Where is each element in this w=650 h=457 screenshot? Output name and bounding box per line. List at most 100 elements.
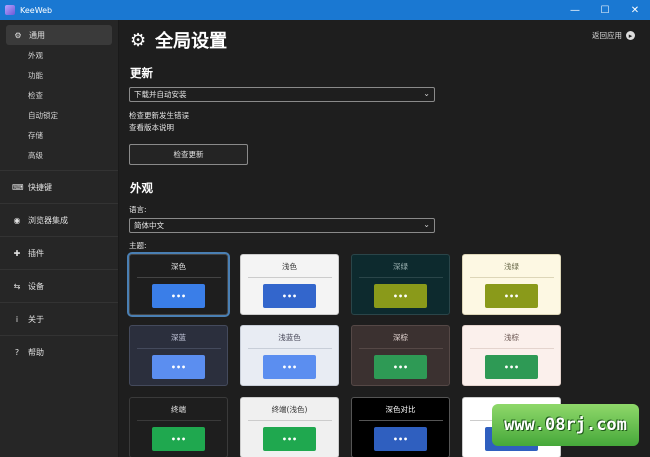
theme-card[interactable]: 深绿 ••• — [351, 254, 450, 315]
theme-name: 深绿 — [393, 262, 408, 271]
theme-divider — [136, 277, 221, 278]
info-icon: i — [15, 314, 19, 324]
sidebar-item-label: 浏览器集成 — [28, 215, 68, 225]
theme-preview-button: ••• — [374, 427, 427, 451]
sidebar-item-shortcuts[interactable]: ⌨ 快捷键 — [0, 171, 118, 204]
theme-divider — [358, 420, 443, 421]
maximize-button[interactable]: ☐ — [590, 0, 620, 20]
theme-card[interactable]: 深色 ••• — [127, 252, 230, 317]
sidebar-item-browser[interactable]: ◉ 浏览器集成 — [0, 204, 118, 237]
update-mode-select[interactable]: 下载并自动安装 ⌄ — [129, 87, 435, 102]
back-link-label: 返回应用 — [592, 31, 622, 40]
back-to-app-link[interactable]: 返回应用 ▸ — [592, 30, 635, 41]
sidebar-item-devices[interactable]: ⇆ 设备 — [0, 270, 118, 303]
sidebar-item-about[interactable]: i 关于 — [0, 303, 118, 336]
theme-divider — [247, 348, 332, 349]
theme-preview-button: ••• — [152, 284, 205, 308]
page-title: ⚙ 全局设置 — [130, 27, 227, 53]
close-button[interactable]: ✕ — [620, 0, 650, 20]
theme-preview-button: ••• — [152, 427, 205, 451]
theme-name: 浅蓝色 — [278, 333, 301, 342]
theme-name: 终端(浅色) — [271, 405, 308, 414]
sidebar: ⚙ 通用 外观 功能 检查 自动锁定 存储 高级 ⌨ 快捷键 ◉ 浏览器集成 ✚… — [0, 20, 119, 457]
theme-divider — [469, 277, 554, 278]
sidebar-item-general[interactable]: ⚙ 通用 — [6, 25, 112, 45]
theme-card[interactable]: 终端(浅色) ••• — [240, 397, 339, 457]
theme-card[interactable]: 深棕 ••• — [351, 325, 450, 386]
update-mode-value: 下载并自动安装 — [134, 90, 187, 99]
watermark: www.08rj.com — [492, 404, 639, 446]
theme-preview-button: ••• — [485, 284, 538, 308]
sidebar-item-label: 插件 — [28, 248, 44, 258]
theme-divider — [247, 420, 332, 421]
language-value: 简体中文 — [134, 221, 164, 230]
sidebar-item-label: 帮助 — [28, 348, 44, 357]
theme-divider — [247, 277, 332, 278]
keyboard-icon: ⌨ — [12, 182, 24, 192]
language-label: 语言: — [129, 205, 147, 214]
browser-icon: ◉ — [13, 215, 21, 225]
window-title: KeeWeb — [20, 5, 53, 15]
sidebar-subitem-storage[interactable]: 存储 — [0, 125, 118, 145]
theme-divider — [136, 348, 221, 349]
theme-preview-button: ••• — [263, 355, 316, 379]
theme-name: 终端 — [171, 405, 186, 414]
theme-preview-button: ••• — [152, 355, 205, 379]
sidebar-subitem-check[interactable]: 检查 — [0, 85, 118, 105]
theme-name: 深色 — [171, 262, 186, 271]
theme-preview-button: ••• — [374, 355, 427, 379]
theme-preview-button: ••• — [263, 427, 316, 451]
sidebar-subitem-appearance[interactable]: 外观 — [0, 45, 118, 65]
question-icon: ? — [14, 348, 20, 357]
sidebar-item-label: 设备 — [28, 281, 44, 291]
theme-card[interactable]: 浅棕 ••• — [462, 325, 561, 386]
keeweb-logo-icon — [5, 5, 15, 15]
sidebar-subitem-auto-lock[interactable]: 自动锁定 — [0, 105, 118, 125]
usb-icon: ⇆ — [13, 281, 21, 291]
updates-heading: 更新 — [130, 66, 153, 80]
theme-name: 浅棕 — [504, 333, 519, 342]
settings-panel: ⚙ 全局设置 返回应用 ▸ 更新 下载并自动安装 ⌄ 检查更新发生错误 查看版本… — [120, 20, 650, 457]
update-error-text: 检查更新发生错误 — [129, 111, 189, 120]
theme-preview-button: ••• — [374, 284, 427, 308]
sidebar-item-label: 关于 — [28, 314, 44, 324]
gear-icon: ⚙ — [14, 30, 22, 40]
sidebar-subitem-advanced[interactable]: 高级 — [0, 145, 118, 165]
theme-preview-button: ••• — [485, 355, 538, 379]
theme-card[interactable]: 终端 ••• — [129, 397, 228, 457]
sidebar-item-label: 快捷键 — [28, 182, 52, 192]
theme-divider — [469, 348, 554, 349]
puzzle-icon: ✚ — [13, 248, 21, 258]
release-notes-link[interactable]: 查看版本说明 — [129, 122, 174, 133]
theme-name: 深色对比 — [385, 405, 416, 414]
theme-name: 浅绿 — [504, 262, 519, 271]
window-controls: — ☐ ✕ — [560, 0, 650, 20]
chevron-down-icon: ⌄ — [423, 220, 430, 229]
theme-card[interactable]: 浅色 ••• — [240, 254, 339, 315]
theme-name: 深棕 — [393, 333, 408, 342]
theme-card[interactable]: 浅绿 ••• — [462, 254, 561, 315]
theme-label: 主题: — [129, 241, 147, 250]
theme-divider — [136, 420, 221, 421]
theme-card[interactable]: 深蓝 ••• — [129, 325, 228, 386]
theme-preview-button: ••• — [263, 284, 316, 308]
check-updates-button[interactable]: 检查更新 — [129, 144, 248, 165]
theme-name: 深蓝 — [171, 333, 186, 342]
theme-divider — [358, 277, 443, 278]
theme-divider — [358, 348, 443, 349]
gear-icon: ⚙ — [130, 29, 147, 51]
sidebar-item-help[interactable]: ? 帮助 — [0, 336, 118, 369]
sidebar-subitem-features[interactable]: 功能 — [0, 65, 118, 85]
language-select[interactable]: 简体中文 ⌄ — [129, 218, 435, 233]
minimize-button[interactable]: — — [560, 0, 590, 20]
theme-card[interactable]: 浅蓝色 ••• — [240, 325, 339, 386]
chevron-down-icon: ⌄ — [423, 89, 430, 98]
page-title-text: 全局设置 — [155, 31, 228, 52]
appearance-heading: 外观 — [130, 181, 153, 195]
theme-name: 浅色 — [282, 262, 297, 271]
sidebar-item-label: 通用 — [29, 30, 45, 40]
theme-card[interactable]: 深色对比 ••• — [351, 397, 450, 457]
title-bar: KeeWeb — ☐ ✕ — [0, 0, 650, 20]
arrow-right-icon: ▸ — [626, 31, 635, 40]
sidebar-item-plugins[interactable]: ✚ 插件 — [0, 237, 118, 270]
